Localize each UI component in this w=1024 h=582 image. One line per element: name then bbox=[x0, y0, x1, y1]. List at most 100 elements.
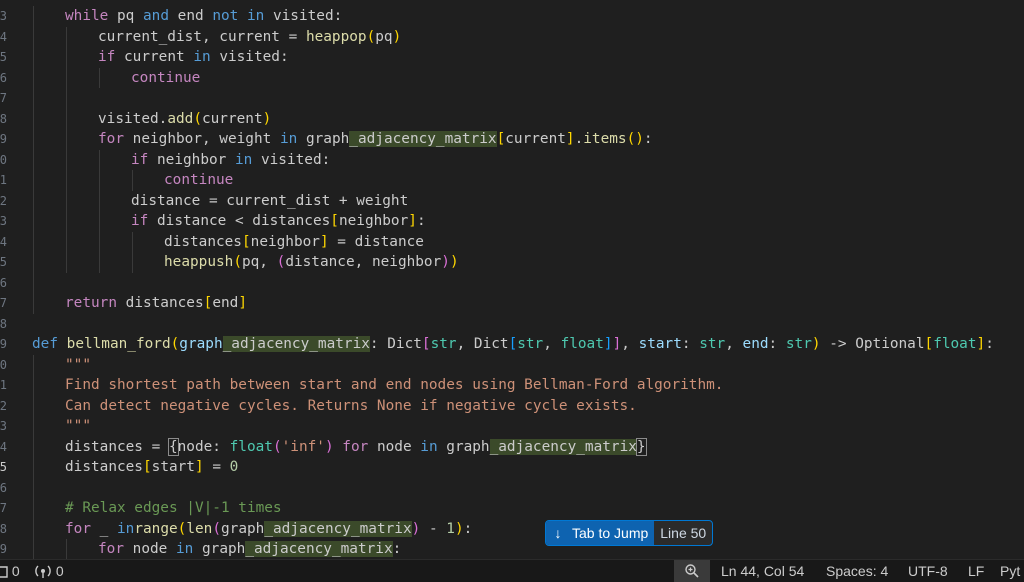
indent-guide bbox=[66, 190, 67, 211]
indent-guide bbox=[33, 88, 34, 109]
code-token: if bbox=[131, 213, 149, 229]
code-token: items bbox=[583, 131, 627, 147]
code-line[interactable]: 6 bbox=[0, 272, 1024, 293]
encoding-setting[interactable]: UTF-8 bbox=[908, 560, 948, 582]
code-token: ] bbox=[194, 459, 204, 475]
code-line[interactable]: 9 for node in graph_adjacency_matrix: bbox=[0, 539, 1024, 559]
code-line[interactable]: 8 bbox=[0, 314, 1024, 335]
code-text: for _ inrange(len(graph_adjacency_matrix… bbox=[65, 519, 472, 540]
indent-guide bbox=[99, 211, 100, 232]
indent-guide bbox=[66, 252, 67, 273]
code-token: [ bbox=[330, 213, 339, 229]
code-line[interactable]: 0 if neighbor in visited: bbox=[0, 149, 1024, 171]
code-line[interactable]: 7 # Relax edges |V|-1 times bbox=[0, 498, 1024, 519]
problems-indicator[interactable]: 0 bbox=[0, 560, 20, 582]
code-token: , Dict bbox=[456, 336, 509, 352]
code-token: ) bbox=[411, 520, 421, 537]
jump-hint-main[interactable]: ↓ Tab to Jump bbox=[546, 521, 655, 545]
code-token: in bbox=[234, 151, 253, 168]
code-text: # Relax edges |V|-1 times bbox=[65, 498, 282, 519]
code-token: visited. bbox=[98, 110, 168, 127]
indentation-setting[interactable]: Spaces: 4 bbox=[826, 560, 888, 582]
code-line[interactable]: 5 if current in visited: bbox=[0, 47, 1024, 68]
indent-guide bbox=[33, 272, 34, 293]
indent-guide bbox=[132, 231, 133, 252]
code-token: neighbor bbox=[250, 233, 320, 250]
code-line[interactable]: 9 for neighbor, weight in graph_adjacency… bbox=[0, 129, 1024, 150]
code-line[interactable]: 8 visited.add(current) bbox=[0, 108, 1024, 129]
code-token: neighbor bbox=[338, 213, 409, 229]
code-token: : bbox=[463, 520, 473, 537]
code-token: [ bbox=[421, 336, 431, 352]
line-number: 7 bbox=[0, 501, 7, 515]
code-line[interactable]: 2 Can detect negative cycles. Returns Non… bbox=[0, 395, 1024, 416]
indent-guide bbox=[33, 293, 34, 314]
code-text: return distances[end] bbox=[65, 293, 247, 314]
code-line[interactable]: 6 bbox=[0, 477, 1024, 498]
code-text: if neighbor in visited: bbox=[131, 150, 330, 171]
indent-guide bbox=[99, 149, 100, 170]
code-token: heappush bbox=[164, 254, 234, 270]
code-line[interactable]: 3 if distance < distances[neighbor]: bbox=[0, 211, 1024, 232]
code-token: in bbox=[117, 520, 135, 537]
code-token: add bbox=[167, 110, 194, 127]
code-text: heappush(pq, (distance, neighbor)) bbox=[164, 252, 459, 273]
code-editor[interactable]: 3 while pq and end not in visited: 4 curren… bbox=[0, 0, 1024, 559]
indent-guide bbox=[33, 416, 34, 437]
code-line[interactable]: 1 continue bbox=[0, 170, 1024, 191]
code-line[interactable]: 0 """ bbox=[0, 354, 1024, 375]
language-mode[interactable]: Pyt bbox=[1000, 560, 1020, 582]
indent-guide bbox=[66, 88, 67, 109]
indent-guide bbox=[33, 129, 34, 150]
code-line[interactable]: 1 Find shortest path between start and en… bbox=[0, 375, 1024, 396]
code-token: _ bbox=[91, 520, 117, 537]
code-token: heappop bbox=[305, 28, 367, 45]
line-number: 8 bbox=[0, 521, 7, 536]
line-number: 0 bbox=[0, 152, 7, 167]
indent-guide bbox=[33, 354, 34, 375]
code-line[interactable]: 7 return distances[end] bbox=[0, 293, 1024, 314]
ports-indicator[interactable]: 0 bbox=[34, 560, 64, 582]
code-text: while pq and end not in visited: bbox=[65, 6, 342, 27]
line-number: 6 bbox=[0, 70, 7, 85]
code-token: [ bbox=[508, 336, 518, 352]
code-token: [ bbox=[496, 131, 506, 147]
code-token: - bbox=[420, 520, 447, 537]
code-token: , bbox=[543, 336, 561, 352]
indent-guide bbox=[33, 108, 34, 129]
zoom-button[interactable] bbox=[674, 560, 710, 582]
code-token: visited: bbox=[272, 8, 343, 24]
code-token: str bbox=[430, 336, 457, 352]
line-number: 8 bbox=[0, 111, 7, 126]
tab-to-jump-hint[interactable]: ↓ Tab to Jump Line 50 bbox=[545, 520, 714, 546]
code-line[interactable]: 9 def bellman_ford(graph_adjacency_matrix… bbox=[0, 334, 1024, 355]
code-token: neighbor, weight bbox=[132, 131, 280, 147]
eol-setting[interactable]: LF bbox=[968, 560, 984, 582]
code-line[interactable]: 7 bbox=[0, 88, 1024, 109]
code-token: not in bbox=[212, 8, 265, 24]
code-token: ( bbox=[233, 254, 242, 270]
code-line[interactable]: 8 for _ inrange(len(graph_adjacency_matri… bbox=[0, 518, 1024, 540]
code-token: for bbox=[98, 131, 124, 147]
code-token: pq bbox=[375, 28, 393, 45]
code-line[interactable]: 4 current_dist, current = heappop(pq) bbox=[0, 26, 1024, 47]
code-line[interactable]: 3 while pq and end not in visited: bbox=[0, 6, 1024, 27]
code-line[interactable]: 6 continue bbox=[0, 67, 1024, 88]
code-token: ] bbox=[603, 336, 613, 352]
code-text: distances = {node: float('inf') for node… bbox=[65, 437, 647, 458]
indent-guide bbox=[99, 170, 100, 191]
code-line[interactable]: 4 distances[neighbor] = distance bbox=[0, 231, 1024, 252]
indent-guide bbox=[33, 498, 34, 519]
code-token: ] bbox=[408, 213, 417, 229]
code-token: in bbox=[279, 131, 298, 147]
code-line[interactable]: 3 """ bbox=[0, 416, 1024, 437]
code-line[interactable]: 5 distances[start] = 0 bbox=[0, 457, 1024, 478]
code-line[interactable]: 2 distance = current_dist + weight bbox=[0, 190, 1024, 211]
code-line[interactable]: 5 heappush(pq, (distance, neighbor)) bbox=[0, 252, 1024, 273]
code-token: distance < distances bbox=[157, 213, 331, 229]
code-token: """ bbox=[65, 356, 91, 373]
code-text: for node in graph_adjacency_matrix: bbox=[98, 539, 401, 559]
code-token: ) bbox=[262, 110, 272, 127]
cursor-position[interactable]: Ln 44, Col 54 bbox=[721, 560, 804, 582]
code-line[interactable]: 4 distances = {node: float('inf') for nod… bbox=[0, 436, 1024, 458]
